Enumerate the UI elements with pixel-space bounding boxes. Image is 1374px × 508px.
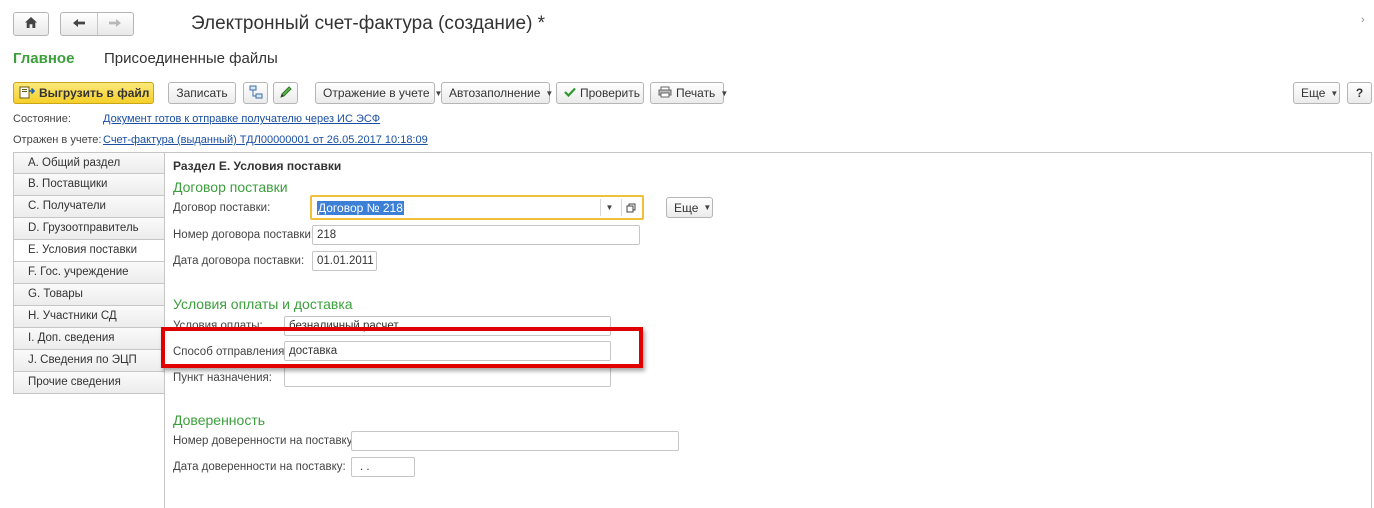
help-label: ?: [1355, 86, 1364, 100]
section-item-shipper[interactable]: D. Грузоотправитель: [13, 218, 165, 240]
reflected-link[interactable]: Счет-фактура (выданный) ТДЛ00000001 от 2…: [103, 134, 428, 146]
contract-label: Договор поставки:: [173, 202, 271, 214]
section-item-other-info[interactable]: Прочие сведения: [13, 372, 165, 394]
chevron-down-icon: ▼: [703, 203, 712, 212]
poa-number-field[interactable]: [351, 431, 679, 451]
document-structure-icon: [249, 85, 263, 102]
more-label: Еще: [1301, 86, 1326, 100]
contract-more-dropdown[interactable]: Еще ▼: [666, 197, 713, 218]
section-item-suppliers[interactable]: В. Поставщики: [13, 174, 165, 196]
contract-number-field[interactable]: 218: [312, 225, 640, 245]
export-to-file-button[interactable]: Выгрузить в файл: [13, 82, 154, 104]
poa-date-field[interactable]: . .: [351, 457, 415, 477]
posting-label: Отражение в учете: [323, 86, 430, 100]
section-item-general[interactable]: А. Общий раздел: [13, 152, 165, 174]
section-item-additional-info[interactable]: I. Доп. сведения: [13, 328, 165, 350]
more-dropdown[interactable]: Еще ▼: [1293, 82, 1340, 104]
contract-group-title: Договор поставки: [173, 179, 288, 195]
export-to-file-label: Выгрузить в файл: [39, 86, 150, 100]
forward-button[interactable]: [96, 13, 134, 35]
export-icon: [19, 85, 36, 102]
save-label: Записать: [176, 86, 228, 100]
checkmark-icon: [564, 86, 576, 100]
arrow-right-icon: [108, 17, 122, 31]
section-list: А. Общий раздел В. Поставщики С. Получат…: [13, 152, 165, 394]
help-button[interactable]: ?: [1347, 82, 1372, 104]
contract-more-label: Еще: [674, 200, 699, 215]
autofill-dropdown[interactable]: Автозаполнение ▼: [441, 82, 554, 104]
edit-button[interactable]: [273, 82, 298, 104]
window-menu-arrow[interactable]: ›: [1361, 14, 1365, 26]
section-title: Раздел E. Условия поставки: [173, 159, 342, 173]
contract-date-label: Дата договора поставки:: [173, 255, 305, 267]
vertical-scrollbar[interactable]: [1363, 152, 1372, 508]
section-item-goods[interactable]: G. Товары: [13, 284, 165, 306]
destination-label: Пункт назначения:: [173, 372, 272, 384]
destination-field[interactable]: [284, 367, 611, 387]
section-item-signature-info[interactable]: J. Сведения по ЭЦП: [13, 350, 165, 372]
section-item-participants[interactable]: H. Участники СД: [13, 306, 165, 328]
poa-date-label: Дата доверенности на поставку:: [173, 461, 346, 473]
contract-number-label: Номер договора поставки:: [173, 229, 315, 241]
history-nav: [60, 12, 134, 36]
section-item-delivery-terms[interactable]: E. Условия поставки: [13, 240, 165, 262]
structure-button[interactable]: [243, 82, 268, 104]
state-link[interactable]: Документ готов к отправке получателю чер…: [103, 113, 380, 125]
pencil-icon: [279, 85, 293, 102]
print-dropdown[interactable]: Печать ▼: [650, 82, 728, 104]
contract-value: Договор № 218: [317, 201, 404, 215]
save-button[interactable]: Записать: [168, 82, 236, 104]
section-item-state-institution[interactable]: F. Гос. учреждение: [13, 262, 165, 284]
highlight-frame: [161, 327, 643, 368]
chevron-down-icon: ▼: [545, 88, 554, 98]
chevron-down-icon[interactable]: ▼: [600, 199, 618, 216]
check-button[interactable]: Проверить: [556, 82, 644, 104]
window-title: Электронный счет-фактура (создание) *: [191, 13, 546, 34]
back-button[interactable]: [61, 13, 97, 35]
print-label: Печать: [676, 86, 716, 100]
check-label: Проверить: [580, 86, 641, 100]
poa-number-label: Номер доверенности на поставку:: [173, 435, 356, 447]
poa-group-title: Доверенность: [173, 412, 266, 428]
chevron-down-icon: ▼: [1330, 88, 1339, 98]
home-button[interactable]: [13, 12, 49, 36]
home-icon: [24, 16, 38, 32]
printer-icon: [658, 86, 672, 101]
contract-select[interactable]: Договор № 218 ▼: [310, 195, 644, 220]
section-item-recipients[interactable]: С. Получатели: [13, 196, 165, 218]
tab-main[interactable]: Главное: [13, 50, 74, 67]
contract-date-field[interactable]: 01.01.2011: [312, 251, 377, 271]
chevron-down-icon: ▼: [720, 88, 729, 98]
payment-group-title: Условия оплаты и доставка: [173, 296, 353, 312]
state-label: Состояние:: [13, 113, 71, 125]
tab-attached-files[interactable]: Присоединенные файлы: [104, 50, 278, 67]
autofill-label: Автозаполнение: [449, 86, 541, 100]
reflected-label: Отражен в учете:: [13, 134, 102, 146]
posting-dropdown[interactable]: Отражение в учете ▼: [315, 82, 442, 104]
open-window-icon[interactable]: [621, 199, 639, 216]
arrow-left-icon: [72, 17, 86, 31]
